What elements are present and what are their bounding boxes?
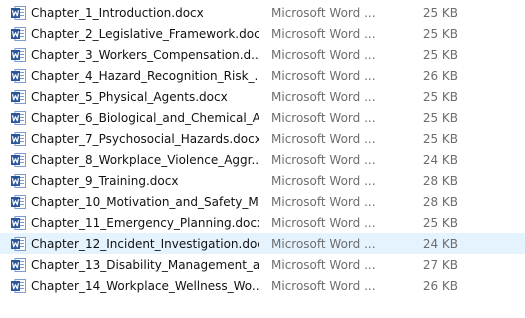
file-size: 25 KB bbox=[422, 48, 458, 62]
word-doc-icon bbox=[11, 27, 26, 41]
file-name: Chapter_5_Physical_Agents.docx bbox=[31, 90, 228, 104]
file-name: Chapter_4_Hazard_Recognition_Risk_... bbox=[31, 69, 259, 83]
file-name: Chapter_13_Disability_Management_a... bbox=[31, 258, 259, 272]
file-row[interactable]: Chapter_2_Legislative_Framework.docx Micr… bbox=[0, 23, 525, 44]
file-type: Microsoft Word ... bbox=[271, 195, 376, 209]
file-row[interactable]: Chapter_14_Workplace_Wellness_Wo... Micro… bbox=[0, 275, 525, 296]
file-name: Chapter_2_Legislative_Framework.docx bbox=[31, 27, 259, 41]
file-size: 25 KB bbox=[422, 27, 458, 41]
file-type: Microsoft Word ... bbox=[271, 69, 376, 83]
file-row[interactable]: Chapter_8_Workplace_Violence_Aggr... Micr… bbox=[0, 149, 525, 170]
file-type: Microsoft Word ... bbox=[271, 6, 376, 20]
word-doc-icon bbox=[11, 279, 26, 293]
file-name: Chapter_7_Psychosocial_Hazards.docx bbox=[31, 132, 259, 146]
file-name: Chapter_3_Workers_Compensation.d... bbox=[31, 48, 259, 62]
word-doc-icon bbox=[11, 111, 26, 125]
file-size: 24 KB bbox=[422, 153, 458, 167]
file-row[interactable]: Chapter_3_Workers_Compensation.d... Micro… bbox=[0, 44, 525, 65]
file-type: Microsoft Word ... bbox=[271, 237, 376, 251]
file-type: Microsoft Word ... bbox=[271, 279, 376, 293]
file-name: Chapter_11_Emergency_Planning.docx bbox=[31, 216, 259, 230]
file-row[interactable]: Chapter_7_Psychosocial_Hazards.docx Micro… bbox=[0, 128, 525, 149]
word-doc-icon bbox=[11, 216, 26, 230]
file-type: Microsoft Word ... bbox=[271, 111, 376, 125]
file-row[interactable]: Chapter_4_Hazard_Recognition_Risk_... Mic… bbox=[0, 65, 525, 86]
file-name: Chapter_9_Training.docx bbox=[31, 174, 179, 188]
file-name: Chapter_12_Incident_Investigation.docx bbox=[31, 237, 259, 251]
file-size: 27 KB bbox=[422, 258, 458, 272]
file-row[interactable]: Chapter_9_Training.docx Microsoft Word ..… bbox=[0, 170, 525, 191]
file-size: 25 KB bbox=[422, 6, 458, 20]
word-doc-icon bbox=[11, 132, 26, 146]
file-row[interactable]: Chapter_10_Motivation_and_Safety_M... Mic… bbox=[0, 191, 525, 212]
word-doc-icon bbox=[11, 6, 26, 20]
file-type: Microsoft Word ... bbox=[271, 48, 376, 62]
file-row[interactable]: Chapter_6_Biological_and_Chemical_A... Mi… bbox=[0, 107, 525, 128]
word-doc-icon bbox=[11, 48, 26, 62]
file-type: Microsoft Word ... bbox=[271, 90, 376, 104]
file-size: 25 KB bbox=[422, 216, 458, 230]
file-row[interactable]: Chapter_11_Emergency_Planning.docx Micros… bbox=[0, 212, 525, 233]
file-list: Chapter_1_Introduction.docx Microsoft Wor… bbox=[0, 2, 525, 296]
word-doc-icon bbox=[11, 237, 26, 251]
file-row[interactable]: Chapter_13_Disability_Management_a... Mic… bbox=[0, 254, 525, 275]
word-doc-icon bbox=[11, 69, 26, 83]
file-size: 28 KB bbox=[422, 195, 458, 209]
file-size: 25 KB bbox=[422, 111, 458, 125]
file-size: 25 KB bbox=[422, 90, 458, 104]
file-row[interactable]: Chapter_5_Physical_Agents.docx Microsoft … bbox=[0, 86, 525, 107]
file-name: Chapter_10_Motivation_and_Safety_M... bbox=[31, 195, 259, 209]
file-name: Chapter_8_Workplace_Violence_Aggr... bbox=[31, 153, 259, 167]
file-type: Microsoft Word ... bbox=[271, 153, 376, 167]
file-type: Microsoft Word ... bbox=[271, 258, 376, 272]
word-doc-icon bbox=[11, 90, 26, 104]
file-size: 24 KB bbox=[422, 237, 458, 251]
file-type: Microsoft Word ... bbox=[271, 132, 376, 146]
file-row[interactable]: Chapter_12_Incident_Investigation.docx Mi… bbox=[0, 233, 525, 254]
word-doc-icon bbox=[11, 258, 26, 272]
word-doc-icon bbox=[11, 153, 26, 167]
file-size: 25 KB bbox=[422, 132, 458, 146]
word-doc-icon bbox=[11, 195, 26, 209]
file-size: 26 KB bbox=[422, 279, 458, 293]
file-type: Microsoft Word ... bbox=[271, 216, 376, 230]
file-size: 28 KB bbox=[422, 174, 458, 188]
file-type: Microsoft Word ... bbox=[271, 27, 376, 41]
file-name: Chapter_1_Introduction.docx bbox=[31, 6, 204, 20]
word-doc-icon bbox=[11, 174, 26, 188]
file-type: Microsoft Word ... bbox=[271, 174, 376, 188]
file-name: Chapter_6_Biological_and_Chemical_A... bbox=[31, 111, 259, 125]
file-name: Chapter_14_Workplace_Wellness_Wo... bbox=[31, 279, 259, 293]
file-row[interactable]: Chapter_1_Introduction.docx Microsoft Wor… bbox=[0, 2, 525, 23]
file-size: 26 KB bbox=[422, 69, 458, 83]
